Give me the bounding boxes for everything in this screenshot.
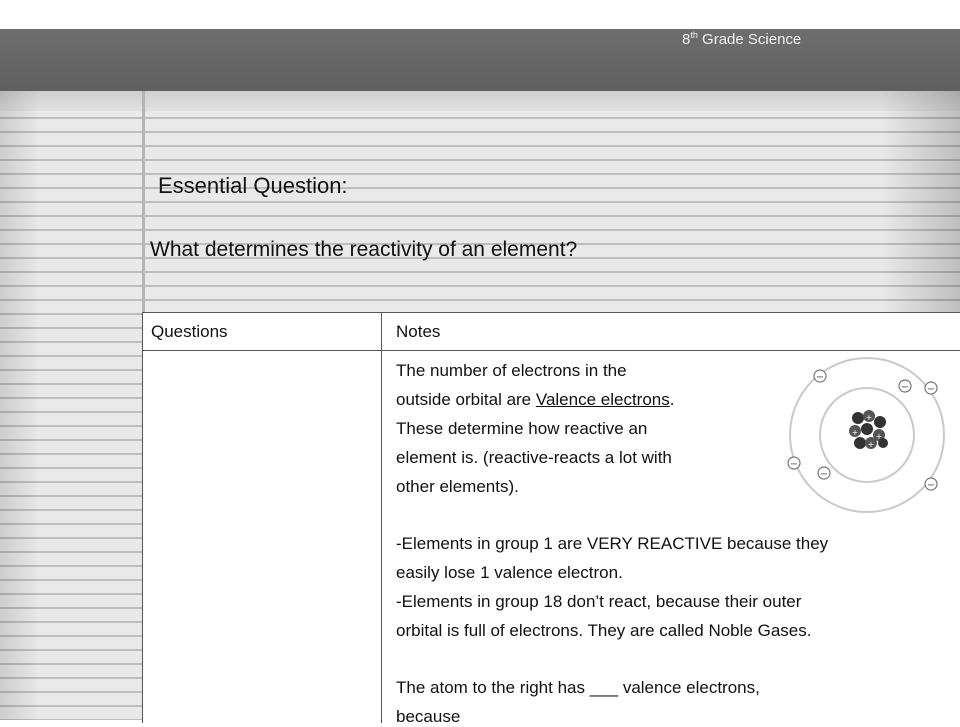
svg-text:+: + — [876, 432, 883, 441]
questions-header: Questions — [151, 322, 228, 341]
svg-text:−: − — [816, 372, 824, 383]
note-line: because — [396, 707, 461, 726]
note-line: -Elements in group 18 don’t react, becau… — [396, 592, 802, 611]
nucleus-icon: + + + + — [849, 410, 888, 449]
note-line: orbital is full of electrons. They are c… — [396, 621, 812, 640]
notes-header: Notes — [396, 322, 441, 341]
essential-question-label: Essential Question: — [158, 173, 348, 198]
note-line: These determine how reactive an — [396, 419, 648, 438]
table-header-row: Questions Notes — [143, 313, 960, 351]
svg-text:+: + — [868, 440, 875, 449]
svg-text:+: + — [866, 413, 873, 422]
essential-question-text: What determines the reactivity of an ele… — [150, 238, 578, 261]
svg-text:−: − — [927, 384, 935, 395]
column-divider — [381, 313, 382, 723]
note-line: other elements). — [396, 477, 519, 496]
svg-text:−: − — [790, 459, 798, 470]
svg-text:−: − — [927, 480, 935, 491]
valence-electrons-term: Valence electrons — [535, 390, 670, 409]
atom-svg: + + + + − − − − − − — [787, 357, 945, 513]
note-line: -Elements in group 1 are VERY REACTIVE b… — [396, 534, 829, 553]
atom-diagram: + + + + − − − − − − — [771, 351, 960, 528]
answer-blank: ___ — [589, 678, 619, 697]
note-line: outside orbital are Valence electrons. — [396, 390, 675, 409]
grade-label: 8th Grade Science — [682, 30, 802, 49]
header-bar — [0, 29, 960, 91]
note-line: The number of electrons in the — [396, 361, 627, 380]
svg-text:+: + — [852, 428, 859, 437]
note-line: easily lose 1 valence electron. — [396, 563, 623, 582]
note-line: element is. (reactive-reacts a lot with — [396, 448, 672, 467]
svg-text:−: − — [901, 382, 909, 393]
svg-text:−: − — [820, 469, 828, 480]
note-line: The atom to the right has ___ valence el… — [396, 678, 760, 697]
